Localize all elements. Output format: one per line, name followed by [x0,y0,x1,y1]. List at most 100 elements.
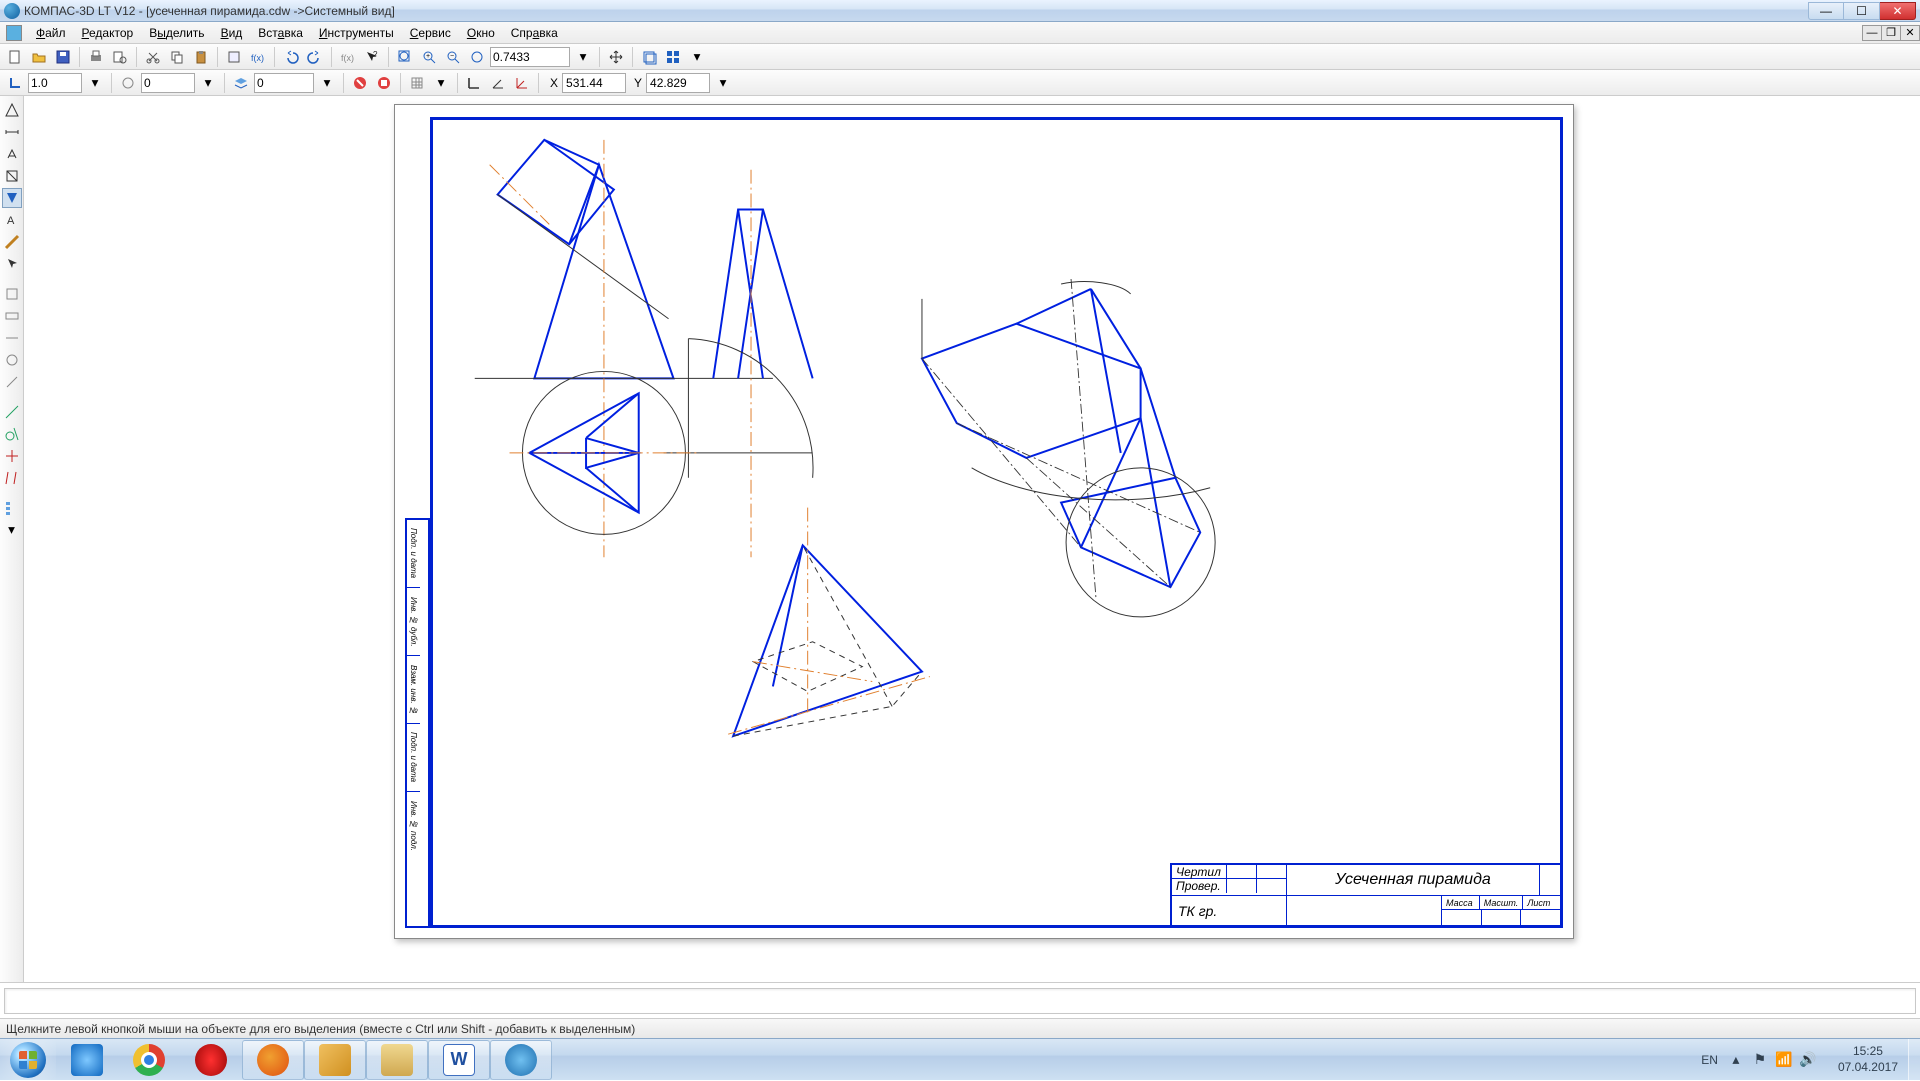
zoom-fit-button[interactable] [466,46,488,68]
copy-button[interactable] [166,46,188,68]
local-cs-button[interactable] [511,72,533,94]
pan-button[interactable] [605,46,627,68]
menu-window[interactable]: Окно [459,23,503,43]
open-button[interactable] [28,46,50,68]
save-button[interactable] [52,46,74,68]
coord-y-input[interactable]: 42.829 [646,73,710,93]
rebuild-dropdown-button[interactable]: ▾ [686,46,708,68]
tray-show-hidden-icon[interactable]: ▴ [1728,1052,1744,1068]
tray-network-icon[interactable]: 📶 [1776,1052,1792,1068]
mdi-restore-button[interactable]: ❐ [1881,25,1901,41]
menu-file[interactable]: ФФайлайл [28,23,74,43]
edit-panel-button[interactable] [2,166,22,186]
tangent-tool-button[interactable] [2,424,22,444]
tree-button[interactable] [2,498,22,518]
canvas[interactable]: Подп. и дата Инв. № дубл. Взам. инв. № П… [24,96,1920,982]
task-firefox[interactable] [242,1040,304,1080]
menu-tools[interactable]: Инструменты [311,23,402,43]
dimension-panel-button[interactable] [2,122,22,142]
menu-help[interactable]: Справка [503,23,566,43]
tool1-button[interactable] [2,284,22,304]
ortho-button[interactable] [463,72,485,94]
style-b-dropdown-button[interactable]: ▾ [316,72,338,94]
current-state-button[interactable] [4,72,26,94]
geometry-panel-button[interactable] [2,100,22,120]
mdi-minimize-button[interactable]: — [1862,25,1882,41]
tool3-button[interactable] [2,328,22,348]
coord-dropdown-button[interactable]: ▾ [712,72,734,94]
drawing-graphics [433,120,1560,925]
mdi-system-icon[interactable] [6,25,22,41]
style-b-input[interactable] [254,73,314,93]
lineweight-dropdown-button[interactable]: ▾ [84,72,106,94]
redo-button[interactable] [304,46,326,68]
layers-button[interactable] [230,72,252,94]
refresh-button[interactable] [638,46,660,68]
preview-button[interactable] [109,46,131,68]
task-kompas[interactable] [490,1040,552,1080]
symbols-panel-button[interactable] [2,144,22,164]
stop2-button[interactable] [373,72,395,94]
drawing-title: Усеченная пирамида [1287,865,1540,895]
separator [217,47,218,67]
maximize-button[interactable]: ☐ [1844,2,1880,20]
snap-angle-button[interactable] [487,72,509,94]
zoom-dropdown-button[interactable]: ▾ [572,46,594,68]
task-ie[interactable] [56,1040,118,1080]
line-tool-button[interactable] [2,402,22,422]
zoom-out-button[interactable]: − [442,46,464,68]
vars-button[interactable]: f(x) [247,46,269,68]
minimize-button[interactable]: — [1808,2,1844,20]
menu-view[interactable]: Вид [213,23,251,43]
mdi-close-button[interactable]: ✕ [1900,25,1920,41]
language-indicator[interactable]: EN [1691,1053,1728,1067]
expand-button[interactable]: ▾ [2,520,22,540]
perp-tool-button[interactable] [2,446,22,466]
text-panel-button[interactable]: A [2,210,22,230]
task-explorer[interactable] [366,1040,428,1080]
undo-button[interactable] [280,46,302,68]
rebuild-button[interactable] [662,46,684,68]
task-outlook[interactable] [304,1040,366,1080]
menu-select[interactable]: Выделить [141,23,212,43]
print-button[interactable] [85,46,107,68]
help-cursor-button[interactable]: ? [361,46,383,68]
measure-panel-button[interactable] [2,232,22,252]
stop-button[interactable] [349,72,371,94]
select-panel-button[interactable] [2,254,22,274]
tray-flag-icon[interactable]: ⚑ [1752,1052,1768,1068]
app-icon [4,3,20,19]
task-chrome[interactable] [118,1040,180,1080]
fx-button[interactable]: f(x) [337,46,359,68]
zoom-window-button[interactable] [394,46,416,68]
command-input[interactable] [4,988,1916,1014]
cut-button[interactable] [142,46,164,68]
task-word[interactable]: W [428,1040,490,1080]
style-a-input[interactable] [141,73,195,93]
paste-button[interactable] [190,46,212,68]
task-opera[interactable] [180,1040,242,1080]
zoom-in-button[interactable]: + [418,46,440,68]
snap-a-button[interactable] [117,72,139,94]
properties-button[interactable] [223,46,245,68]
tool4-button[interactable] [2,350,22,370]
menu-service[interactable]: Сервис [402,23,459,43]
menu-editor[interactable]: Редактор [74,23,142,43]
tool2-button[interactable] [2,306,22,326]
line-weight-input[interactable] [28,73,82,93]
close-button[interactable]: ✕ [1880,2,1916,20]
tray-volume-icon[interactable]: 🔊 [1800,1052,1816,1068]
zoom-value-input[interactable] [490,47,570,67]
grid-dropdown-button[interactable]: ▾ [430,72,452,94]
parallel-tool-button[interactable] [2,468,22,488]
grid-button[interactable] [406,72,428,94]
coord-x-input[interactable]: 531.44 [562,73,626,93]
tray-clock[interactable]: 15:25 07.04.2017 [1828,1044,1908,1075]
menu-insert[interactable]: Вставка [250,23,311,43]
tool5-button[interactable] [2,372,22,392]
params-panel-button[interactable] [2,188,22,208]
show-desktop-button[interactable] [1908,1039,1920,1081]
start-button[interactable] [0,1039,56,1081]
style-a-dropdown-button[interactable]: ▾ [197,72,219,94]
new-doc-button[interactable] [4,46,26,68]
